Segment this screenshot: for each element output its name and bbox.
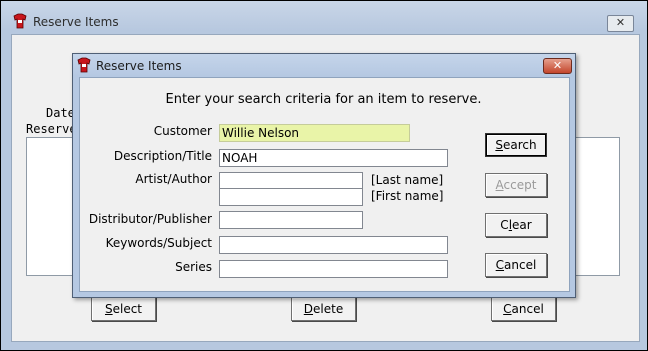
artist-first-name-field[interactable] [219,188,363,206]
keywords-field[interactable] [219,236,448,254]
accept-button[interactable]: Accept [485,173,547,197]
date-column-header: Date [46,106,75,120]
description-field[interactable]: NOAH [219,149,448,167]
search-prompt: Enter your search criteria for an item t… [165,92,482,107]
dialog-cancel-button[interactable]: Cancel [485,253,547,277]
customer-field[interactable]: Willie Nelson [219,124,410,142]
description-label: Description/Title [113,149,212,163]
customer-label: Customer [153,124,212,138]
dialog-title: Reserve Items [96,59,182,73]
last-name-hint: [Last name] [371,173,444,187]
outer-close-button[interactable]: ✕ [607,15,634,32]
artist-label: Artist/Author [135,172,212,186]
outer-cancel-button[interactable]: Cancel [491,297,556,321]
dialog-app-icon [77,57,91,73]
series-field[interactable] [219,260,448,278]
distributor-field[interactable] [219,211,363,229]
outer-window-title: Reserve Items [33,15,119,29]
series-label: Series [175,260,212,274]
app-icon [13,13,27,29]
first-name-hint: [First name] [371,189,444,203]
clear-button[interactable]: Clear [485,213,547,237]
keywords-label: Keywords/Subject [105,236,212,250]
reserved-items-list-right[interactable] [572,137,620,276]
delete-button[interactable]: Delete [291,297,356,321]
select-button[interactable]: Select [91,297,156,321]
dialog-close-button[interactable]: ✕ [543,58,572,74]
distributor-label: Distributor/Publisher [88,212,212,226]
search-button[interactable]: Search [485,133,547,157]
